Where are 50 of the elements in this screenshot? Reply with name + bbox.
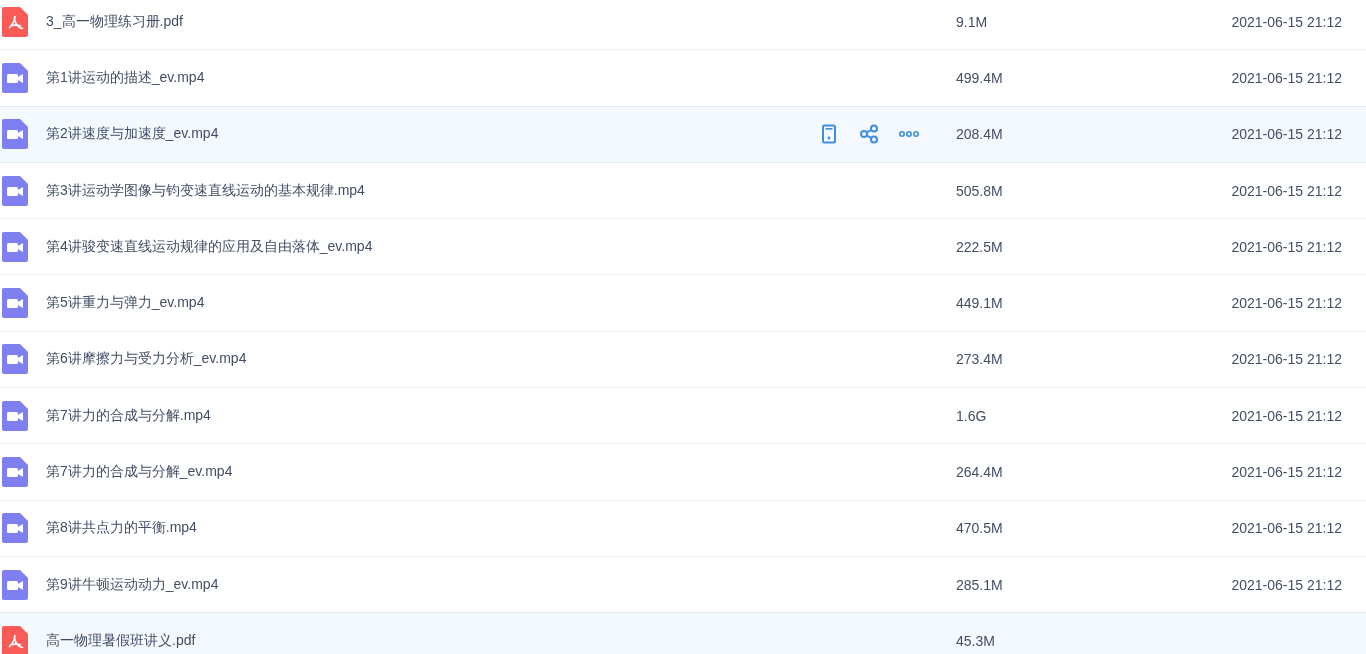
file-date: 2021-06-15 21:12	[1230, 407, 1342, 424]
file-date: 2021-06-15 21:12	[1230, 295, 1342, 312]
video-file-icon	[2, 231, 28, 262]
file-name[interactable]: 第7讲力的合成与分解_ev.mp4	[46, 463, 806, 481]
video-file-icon	[2, 457, 28, 487]
file-size: 470.5M	[956, 520, 1004, 537]
file-name[interactable]: 第9讲牛顿运动动力_ev.mp4	[46, 575, 806, 594]
file-date: 2021-06-15 21:12	[1230, 238, 1342, 255]
file-date: 2021-06-15 21:12	[1230, 182, 1342, 199]
file-size: 499.4M	[956, 69, 1004, 86]
file-size: 208.4M	[956, 126, 1004, 143]
file-size: 285.1M	[956, 576, 1004, 593]
file-name[interactable]: 第5讲重力与弹力_ev.mp4	[46, 294, 806, 313]
pdf-file-icon	[2, 6, 28, 37]
file-name[interactable]: 第3讲运动学图像与钧变速直线运动的基本规律.mp4	[46, 181, 806, 200]
file-name[interactable]: 高一物理暑假班讲义.pdf	[46, 631, 806, 650]
file-size: 449.1M	[956, 295, 1004, 312]
file-name[interactable]: 第7讲力的合成与分解.mp4	[46, 406, 806, 425]
file-date: 2021-06-15 21:12	[1230, 520, 1342, 537]
video-file-icon	[2, 513, 28, 544]
file-size: 45.3M	[956, 632, 996, 649]
file-date: 2021-06-15 21:12	[1230, 13, 1342, 30]
video-file-icon	[2, 569, 28, 600]
video-file-icon	[2, 119, 28, 150]
file-date: 2021-06-15 21:12	[1230, 69, 1342, 86]
file-name[interactable]: 第1讲运动的描述_ev.mp4	[46, 68, 806, 87]
video-file-icon	[2, 175, 28, 206]
file-date: 2021-06-15 21:12	[1230, 126, 1342, 143]
pdf-file-icon	[2, 625, 28, 654]
file-name[interactable]: 3_高一物理练习册.pdf	[46, 12, 806, 31]
file-name[interactable]: 第8讲共点力的平衡.mp4	[46, 519, 806, 538]
file-size: 273.4M	[956, 351, 1004, 368]
video-file-icon	[2, 62, 28, 93]
file-name[interactable]: 第2讲速度与加速度_ev.mp4	[46, 125, 806, 144]
file-row[interactable]: 高一物理暑假班讲义.pdf 45.3M	[0, 612, 1366, 654]
file-date: 2021-06-15 21:12	[1230, 464, 1342, 480]
video-file-icon	[2, 344, 28, 375]
file-name[interactable]: 第6讲摩擦力与受力分析_ev.mp4	[46, 350, 806, 369]
video-file-icon	[2, 288, 28, 319]
file-name[interactable]: 第4讲骏变速直线运动规律的应用及自由落体_ev.mp4	[46, 237, 806, 256]
file-date: 2021-06-15 21:12	[1230, 576, 1342, 593]
file-size: 1.6G	[956, 407, 988, 424]
file-size: 9.1M	[956, 13, 989, 30]
file-date: 2021-06-15 21:12	[1230, 351, 1342, 368]
file-size: 222.5M	[956, 238, 1004, 255]
share-icon[interactable]	[858, 124, 880, 145]
video-file-icon	[2, 400, 28, 431]
file-size: 264.4M	[956, 464, 1004, 480]
file-size: 505.8M	[956, 182, 1004, 199]
file-row[interactable]: 第2讲速度与加速度_ev.mp4 208.4M 2021-06-15 21:12	[0, 105, 1366, 163]
